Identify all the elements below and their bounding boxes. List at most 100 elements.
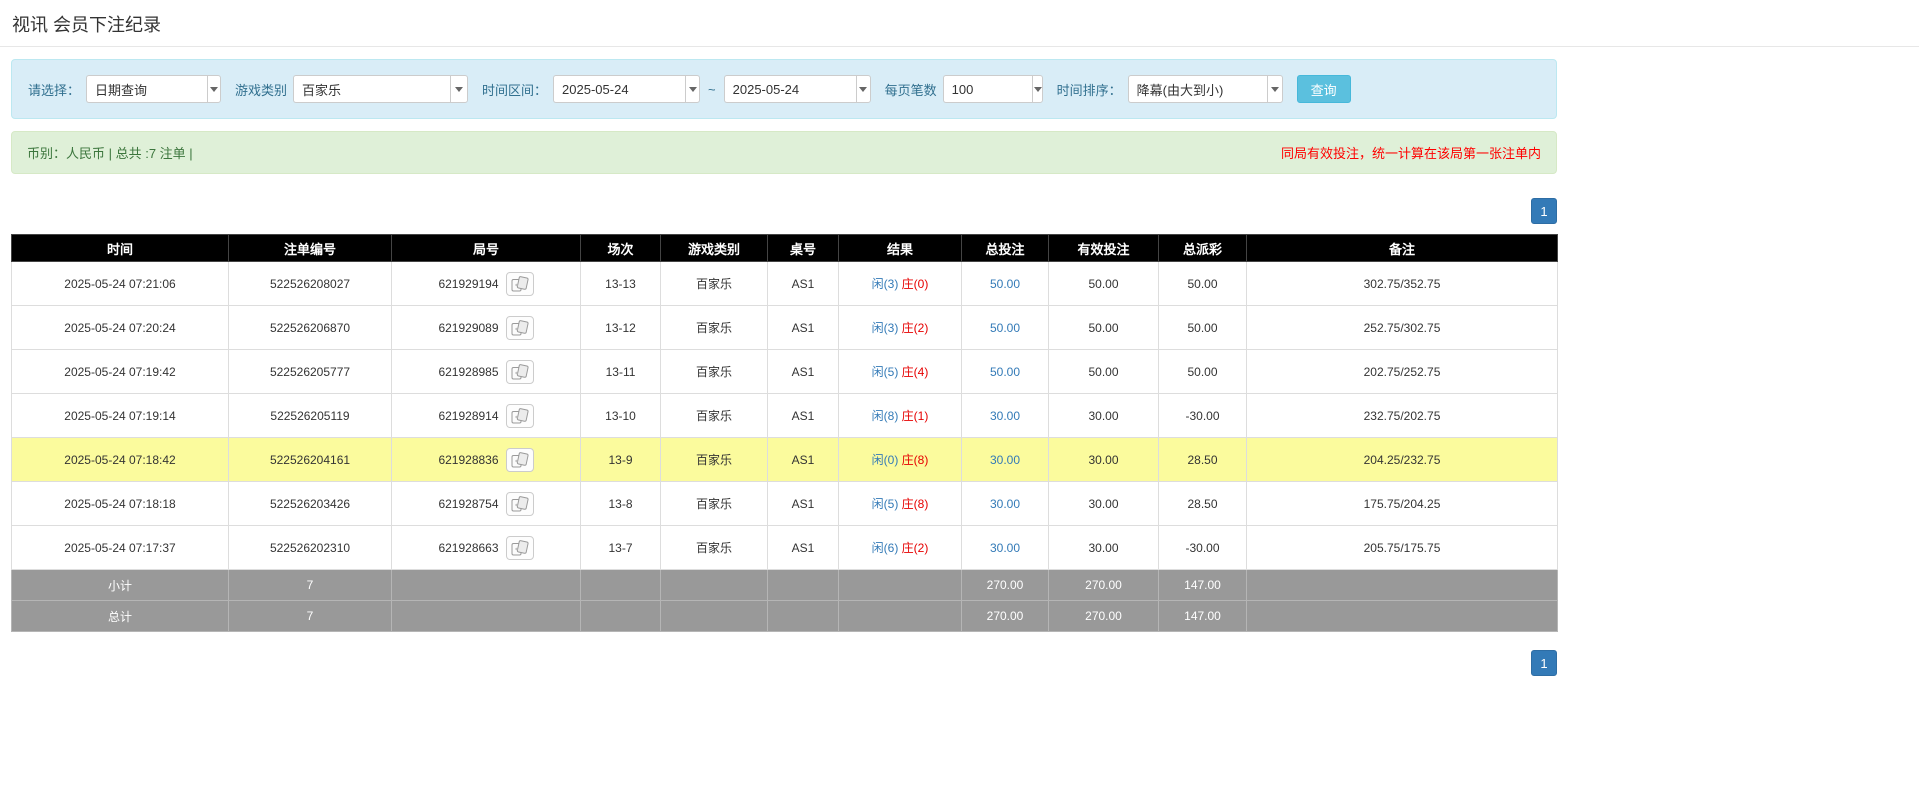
column-header-result: 结果	[838, 234, 962, 262]
records-table: 时间 注单编号 局号 场次 游戏类别 桌号 结果 总投注 有效投注 总派彩 备注 2025-05-2…	[11, 234, 1558, 632]
cell-session: 13-9	[580, 437, 661, 482]
main-content: 请选择： 游戏类别 时间区间： ~ 每页笔数 时间排序：	[11, 59, 1558, 676]
total-bet-link[interactable]: 30.00	[990, 541, 1020, 555]
cell-game: 百家乐	[660, 525, 768, 570]
total-bet-link[interactable]: 30.00	[990, 453, 1020, 467]
select-type-combo	[86, 75, 222, 103]
player-result: 闲(3)	[871, 277, 899, 291]
cards-preview-icon[interactable]	[505, 271, 534, 296]
page-button[interactable]: 1	[1531, 198, 1557, 224]
game-type-input[interactable]	[293, 75, 451, 103]
banker-result: 庄(1)	[901, 409, 929, 423]
cell-total-bet: 30.00	[961, 481, 1049, 526]
cards-preview-icon[interactable]	[505, 535, 534, 560]
chevron-down-icon[interactable]	[1032, 75, 1043, 103]
summary-cell	[838, 600, 962, 632]
cell-remark: 204.25/232.75	[1246, 437, 1558, 482]
round-number: 621928663	[438, 540, 499, 555]
cards-graphic	[511, 539, 529, 555]
cell-payout: 50.00	[1158, 349, 1247, 394]
table-row: 2025-05-24 07:17:37 522526202310 621928663…	[11, 525, 1558, 570]
cell-time: 2025-05-24 07:21:06	[11, 261, 229, 306]
cell-valid-bet: 30.00	[1048, 437, 1159, 482]
banker-result: 庄(8)	[901, 453, 929, 467]
summary-cell: 270.00	[961, 600, 1049, 632]
cell-game: 百家乐	[660, 393, 768, 438]
time-range-label: 时间区间：	[482, 82, 548, 98]
summary-cell	[767, 569, 839, 601]
cards-graphic	[511, 407, 529, 423]
round-number: 621929194	[438, 276, 499, 291]
cards-graphic	[511, 275, 529, 291]
total-bet-link[interactable]: 50.00	[990, 365, 1020, 379]
chevron-down-icon[interactable]	[684, 75, 701, 103]
chevron-down-icon[interactable]	[1266, 75, 1283, 103]
round-number: 621928836	[438, 452, 499, 467]
total-bet-link[interactable]: 50.00	[990, 321, 1020, 335]
table-row: 2025-05-24 07:20:24 522526206870 621929089…	[11, 305, 1558, 350]
summary-cell	[391, 569, 581, 601]
cell-table-no: AS1	[767, 261, 839, 306]
round-number: 621928914	[438, 408, 499, 423]
cell-table-no: AS1	[767, 393, 839, 438]
cell-total-bet: 50.00	[961, 305, 1049, 350]
cell-table-no: AS1	[767, 481, 839, 526]
cell-remark: 232.75/202.75	[1246, 393, 1558, 438]
cell-bet-id: 522526202310	[228, 525, 392, 570]
cards-preview-icon[interactable]	[505, 315, 534, 340]
summary-cell: 270.00	[1048, 600, 1159, 632]
summary-cell	[391, 600, 581, 632]
chevron-down-icon[interactable]	[450, 75, 469, 103]
table-row: 2025-05-24 07:18:18 522526203426 621928754…	[11, 481, 1558, 526]
cell-session: 13-7	[580, 525, 661, 570]
cell-session: 13-11	[580, 349, 661, 394]
cards-preview-icon[interactable]	[505, 491, 534, 516]
summary-cell	[1246, 569, 1558, 601]
column-header-bet-id: 注单编号	[228, 234, 392, 262]
cell-remark: 205.75/175.75	[1246, 525, 1558, 570]
cards-preview-icon[interactable]	[505, 359, 534, 384]
select-type-input[interactable]	[86, 75, 208, 103]
summary-cell: 7	[228, 569, 392, 601]
currency-total-text: 币别：人民币 | 总共 :7 注单 |	[27, 146, 193, 161]
page-button[interactable]: 1	[1531, 650, 1557, 676]
cell-valid-bet: 30.00	[1048, 393, 1159, 438]
total-bet-link[interactable]: 30.00	[990, 497, 1020, 511]
sort-order-input[interactable]	[1127, 75, 1267, 103]
cell-round: 621928836	[391, 437, 581, 482]
cell-payout: -30.00	[1158, 393, 1247, 438]
chevron-down-icon[interactable]	[207, 75, 222, 103]
cell-payout: -30.00	[1158, 525, 1247, 570]
banker-result: 庄(8)	[901, 497, 929, 511]
cell-remark: 252.75/302.75	[1246, 305, 1558, 350]
total-bet-link[interactable]: 50.00	[990, 277, 1020, 291]
date-from-input[interactable]	[553, 75, 685, 103]
round-number: 621928985	[438, 364, 499, 379]
cell-bet-id: 522526203426	[228, 481, 392, 526]
player-result: 闲(0)	[871, 453, 899, 467]
cards-preview-icon[interactable]	[505, 403, 534, 428]
column-header-valid-bet: 有效投注	[1048, 234, 1159, 262]
cell-table-no: AS1	[767, 525, 839, 570]
page-size-input[interactable]	[942, 75, 1033, 103]
summary-bar: 币别：人民币 | 总共 :7 注单 | 同局有效投注，统一计算在该局第一张注单内	[11, 131, 1557, 174]
cards-preview-icon[interactable]	[505, 447, 534, 472]
column-header-table-no: 桌号	[767, 234, 839, 262]
round-number: 621928754	[438, 496, 499, 511]
summary-cell	[580, 600, 661, 632]
cell-payout: 50.00	[1158, 261, 1247, 306]
pagination-bottom: 1	[11, 650, 1557, 676]
cell-remark: 175.75/204.25	[1246, 481, 1558, 526]
player-result: 闲(3)	[871, 321, 899, 335]
cards-graphic	[511, 495, 529, 511]
search-button[interactable]: 查询	[1296, 75, 1351, 103]
summary-cell	[660, 569, 768, 601]
cell-valid-bet: 50.00	[1048, 261, 1159, 306]
cell-valid-bet: 50.00	[1048, 305, 1159, 350]
total-bet-link[interactable]: 30.00	[990, 409, 1020, 423]
summary-cell	[580, 569, 661, 601]
pagination-top: 1	[11, 198, 1557, 224]
summary-cell: 270.00	[1048, 569, 1159, 601]
chevron-down-icon[interactable]	[855, 75, 871, 103]
date-to-input[interactable]	[723, 75, 856, 103]
